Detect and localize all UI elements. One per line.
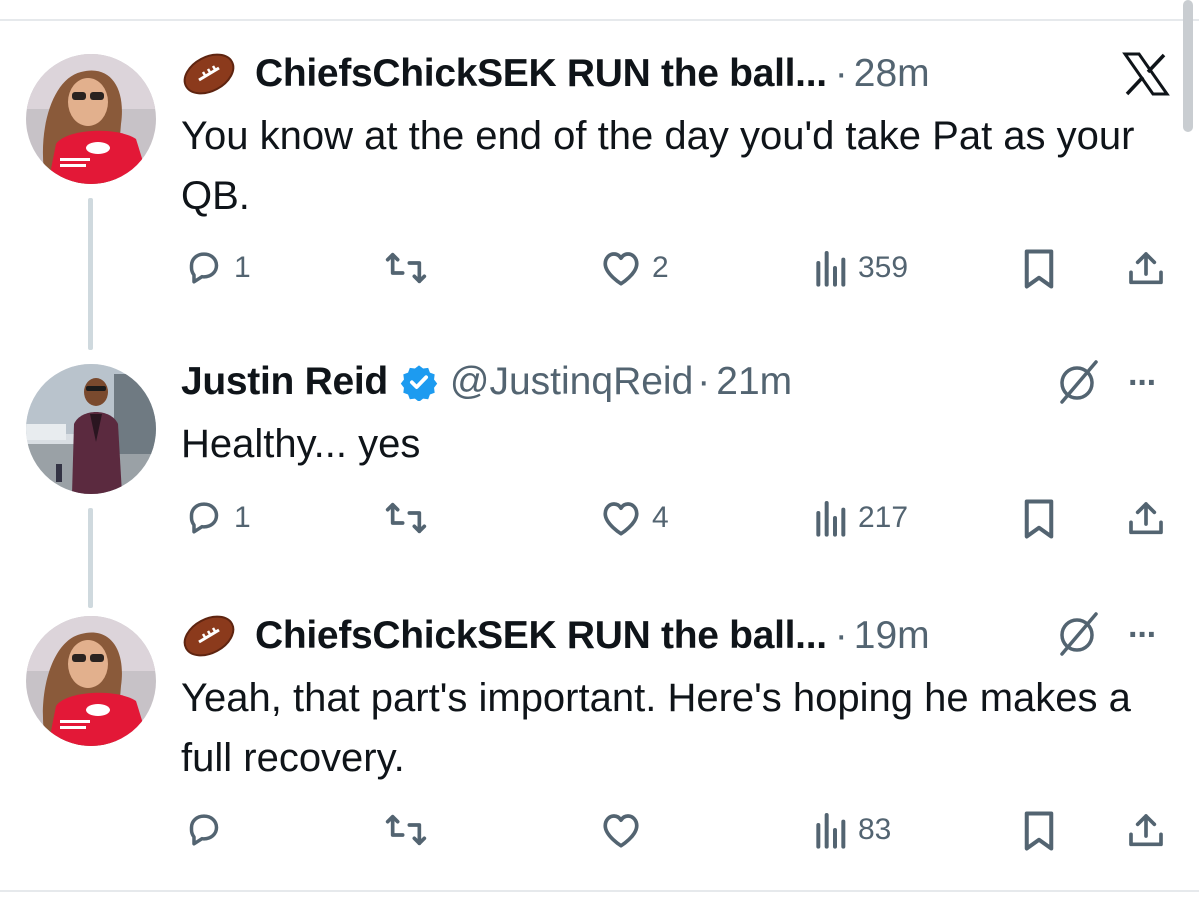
avatar[interactable] — [26, 364, 156, 494]
share-icon — [1126, 248, 1166, 290]
share-icon — [1126, 498, 1166, 540]
tweet-header: ChiefsChickSEK RUN the ball... · 28m — [181, 48, 930, 100]
tweet-text: Yeah, that part's important. Here's hopi… — [181, 676, 1131, 780]
heart-icon — [600, 498, 642, 538]
reply-button[interactable]: 1 — [184, 498, 251, 538]
author-handle[interactable]: @JustinqReid — [450, 360, 693, 404]
bookmark-button[interactable] — [1020, 498, 1058, 540]
retweet-icon — [384, 248, 428, 288]
reply-icon — [184, 810, 224, 850]
reply-count: 1 — [234, 251, 251, 284]
grok-icon[interactable] — [1054, 610, 1102, 658]
like-button[interactable] — [600, 810, 642, 850]
like-count: 2 — [652, 251, 669, 284]
like-button[interactable]: 4 — [600, 498, 669, 538]
separator-dot: · — [697, 360, 711, 403]
football-emoji-icon — [181, 613, 237, 659]
author-name[interactable]: ChiefsChickSEK RUN the ball... — [255, 614, 827, 658]
more-icon: ··· — [1128, 616, 1158, 654]
more-icon: ··· — [1128, 364, 1158, 402]
tweet-header: ChiefsChickSEK RUN the ball... · 19m — [181, 610, 930, 662]
timestamp[interactable]: 28m — [854, 52, 930, 96]
retweet-button[interactable] — [384, 810, 428, 850]
football-emoji-icon — [181, 51, 237, 97]
view-count: 359 — [858, 251, 909, 284]
reply-button[interactable] — [184, 810, 224, 850]
view-count: 217 — [858, 501, 909, 534]
heart-icon — [600, 248, 642, 288]
views-icon — [812, 498, 848, 538]
tweet-text: You know at the end of the day you'd tak… — [181, 114, 1135, 218]
views-button[interactable]: 83 — [812, 810, 891, 850]
grok-icon[interactable] — [1054, 358, 1102, 406]
retweet-icon — [384, 810, 428, 850]
views-button[interactable]: 217 — [812, 498, 908, 538]
more-button[interactable]: ··· — [1128, 616, 1158, 655]
verified-badge-icon — [400, 362, 440, 402]
bottom-divider — [0, 890, 1199, 892]
reply-icon — [184, 248, 224, 288]
more-button[interactable]: ··· — [1128, 364, 1158, 403]
retweet-button[interactable] — [384, 498, 428, 538]
timestamp[interactable]: 21m — [716, 360, 792, 404]
retweet-icon — [384, 498, 428, 538]
bookmark-icon — [1020, 248, 1058, 290]
separator-dot: · — [834, 614, 848, 657]
tweet[interactable]: ChiefsChickSEK RUN the ball... · 28m You… — [0, 0, 1199, 330]
avatar[interactable] — [26, 54, 156, 184]
tweet[interactable]: Justin Reid @JustinqReid · 21m ··· Healt… — [0, 330, 1199, 600]
like-count: 4 — [652, 501, 669, 534]
separator-dot: · — [834, 52, 848, 95]
views-button[interactable]: 359 — [812, 248, 908, 288]
like-button[interactable]: 2 — [600, 248, 669, 288]
retweet-button[interactable] — [384, 248, 428, 288]
share-button[interactable] — [1126, 810, 1166, 852]
bookmark-icon — [1020, 810, 1058, 852]
reply-button[interactable]: 1 — [184, 248, 251, 288]
views-icon — [812, 248, 848, 288]
author-name[interactable]: Justin Reid — [181, 360, 388, 404]
view-count: 83 — [858, 813, 892, 846]
share-icon — [1126, 810, 1166, 852]
tweet[interactable]: ChiefsChickSEK RUN the ball... · 19m ···… — [0, 600, 1199, 890]
bookmark-icon — [1020, 498, 1058, 540]
timestamp[interactable]: 19m — [854, 614, 930, 658]
tweet-text: Healthy... yes — [181, 422, 421, 466]
share-button[interactable] — [1126, 248, 1166, 290]
x-logo-icon[interactable] — [1122, 52, 1170, 96]
bookmark-button[interactable] — [1020, 248, 1058, 290]
bookmark-button[interactable] — [1020, 810, 1058, 852]
avatar[interactable] — [26, 616, 156, 746]
heart-icon — [600, 810, 642, 850]
tweet-header: Justin Reid @JustinqReid · 21m — [181, 356, 792, 408]
author-name[interactable]: ChiefsChickSEK RUN the ball... — [255, 52, 827, 96]
share-button[interactable] — [1126, 498, 1166, 540]
reply-icon — [184, 498, 224, 538]
reply-count: 1 — [234, 501, 251, 534]
views-icon — [812, 810, 848, 850]
